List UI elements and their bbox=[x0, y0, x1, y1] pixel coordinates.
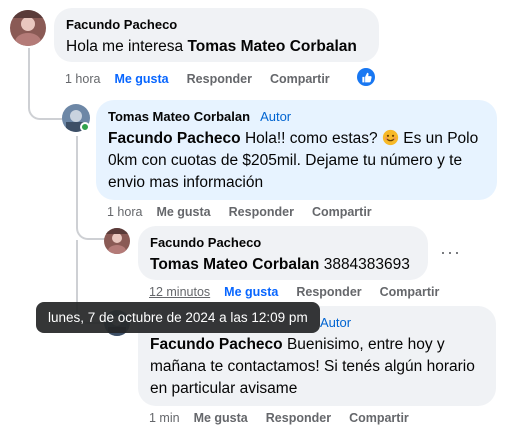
avatar[interactable] bbox=[10, 10, 46, 46]
share-button[interactable]: Compartir bbox=[270, 72, 330, 86]
comment-author[interactable]: Tomas Mateo Corbalan bbox=[108, 109, 250, 124]
more-options-button[interactable]: ··· bbox=[440, 243, 461, 261]
mention-link[interactable]: Facundo Pacheco bbox=[150, 336, 283, 353]
avatar[interactable] bbox=[104, 228, 130, 254]
comment-bubble: Facundo Pacheco Hola me interesa Tomas M… bbox=[54, 8, 379, 62]
like-button[interactable]: Me gusta bbox=[194, 411, 248, 425]
comment-actions: 12 minutos Me gusta Responder Compartir bbox=[149, 285, 457, 299]
comment-author[interactable]: Facundo Pacheco bbox=[150, 235, 416, 251]
timestamp-tooltip: lunes, 7 de octubre de 2024 a las 12:09 … bbox=[36, 302, 320, 333]
online-status-indicator bbox=[80, 122, 90, 132]
comment-bubble: Tomas Mateo Corbalan Autor Facundo Pachec… bbox=[96, 100, 497, 200]
reply-button[interactable]: Responder bbox=[187, 72, 252, 86]
mention-link[interactable]: Facundo Pacheco bbox=[108, 130, 241, 147]
comment-author-row: Tomas Mateo Corbalan Autor bbox=[108, 109, 485, 125]
share-button[interactable]: Compartir bbox=[312, 205, 372, 219]
comment-text: Hola me interesa bbox=[66, 38, 188, 55]
share-button[interactable]: Compartir bbox=[380, 285, 440, 299]
comment-actions: 1 hora Me gusta Responder Compartir bbox=[107, 205, 390, 219]
comment-text: Hola!! como estas? bbox=[240, 130, 382, 147]
comment-timestamp[interactable]: 1 hora bbox=[107, 205, 142, 219]
smiling-face-icon bbox=[382, 129, 399, 146]
comment-timestamp[interactable]: 12 minutos bbox=[149, 285, 210, 299]
comment-text: 3884383693 bbox=[319, 256, 410, 273]
author-badge: Autor bbox=[260, 109, 292, 124]
author-badge: Autor bbox=[320, 315, 352, 330]
comment-actions: 1 hora Me gusta Responder Compartir bbox=[65, 72, 348, 86]
share-button[interactable]: Compartir bbox=[349, 411, 409, 425]
mention-link[interactable]: Tomas Mateo Corbalan bbox=[187, 38, 356, 55]
mention-link[interactable]: Tomas Mateo Corbalan bbox=[150, 256, 319, 273]
comment-timestamp[interactable]: 1 min bbox=[149, 411, 180, 425]
reply-button[interactable]: Responder bbox=[266, 411, 331, 425]
comment-bubble: Facundo Pacheco Tomas Mateo Corbalan 388… bbox=[138, 226, 428, 280]
like-button[interactable]: Me gusta bbox=[224, 285, 278, 299]
reply-button[interactable]: Responder bbox=[296, 285, 361, 299]
reply-button[interactable]: Responder bbox=[229, 205, 294, 219]
thumbs-up-icon[interactable] bbox=[357, 68, 375, 86]
comment-actions: 1 min Me gusta Responder Compartir bbox=[149, 411, 427, 425]
comment-author[interactable]: Facundo Pacheco bbox=[66, 17, 367, 33]
like-button[interactable]: Me gusta bbox=[114, 72, 168, 86]
comment-timestamp[interactable]: 1 hora bbox=[65, 72, 100, 86]
like-button[interactable]: Me gusta bbox=[156, 205, 210, 219]
